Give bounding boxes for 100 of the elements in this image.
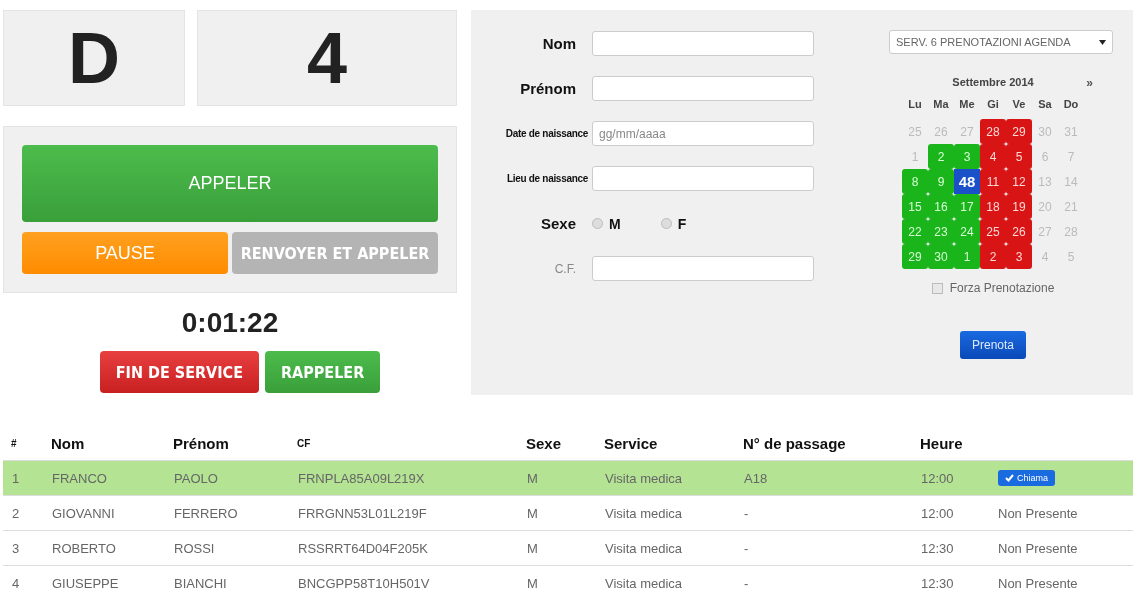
- table-cell: A18: [744, 470, 768, 486]
- calendar-day[interactable]: 26: [1006, 219, 1032, 244]
- calendar-day[interactable]: 22: [902, 219, 928, 244]
- ticket-letter: D: [68, 17, 120, 99]
- status-text: Non Presente: [998, 540, 1078, 556]
- table-cell: -: [744, 540, 749, 556]
- table-cell: 12:00: [921, 505, 954, 521]
- table-cell: BIANCHI: [174, 575, 227, 591]
- month-title: Settembre 2014: [952, 76, 1034, 88]
- table-cell: 12:30: [921, 575, 954, 591]
- calendar-day[interactable]: 3: [954, 144, 980, 169]
- ticket-number: 4: [306, 17, 347, 99]
- service-button[interactable]: RAPPELER: [265, 351, 381, 393]
- next-month-link[interactable]: »: [1086, 76, 1093, 90]
- weekday-label: Sa: [1037, 97, 1053, 112]
- input-field[interactable]: [592, 256, 814, 281]
- table-cell: 4: [12, 575, 20, 591]
- table-cell: BNCGPP58T10H501V: [298, 575, 430, 591]
- input-field[interactable]: [592, 76, 814, 101]
- calendar-day[interactable]: 16: [928, 194, 954, 219]
- calendar-day[interactable]: 5: [1006, 144, 1032, 169]
- table-cell: M: [527, 575, 538, 591]
- column-header: #: [3, 435, 43, 461]
- table-cell: M: [527, 540, 538, 556]
- call-patient-button[interactable]: Chiama: [998, 470, 1055, 486]
- table-cell: ROSSI: [174, 540, 215, 556]
- calendar-day[interactable]: 12: [1006, 169, 1032, 194]
- column-header: Nom: [43, 435, 165, 461]
- column-header: Heure: [912, 435, 989, 461]
- service-dropdown[interactable]: SERV. 6 PRENOTAZIONI AGENDA: [889, 30, 1113, 54]
- field-label: Date de naissance: [504, 128, 589, 139]
- table-cell: 1: [12, 470, 20, 486]
- caret-icon: [1099, 39, 1106, 45]
- calendar-day[interactable]: 11: [980, 169, 1006, 194]
- calendar-day[interactable]: 15: [902, 194, 928, 219]
- weekday-label: Do: [1062, 97, 1080, 112]
- input-field[interactable]: [592, 166, 814, 191]
- table-cell: PAOLO: [174, 470, 218, 486]
- table-cell: RSSRRT64D04F205K: [298, 540, 428, 556]
- calendar-day[interactable]: 2: [980, 244, 1006, 269]
- table-cell: FRRGNN53L01L219F: [298, 505, 427, 521]
- table-cell: Visita medica: [605, 540, 683, 556]
- calendar-day[interactable]: 29: [1006, 119, 1032, 144]
- radio-option[interactable]: F: [660, 215, 687, 232]
- calendar-day[interactable]: 48: [954, 169, 980, 194]
- weekday-label: Me: [958, 97, 976, 112]
- calendar-day[interactable]: 3: [1006, 244, 1032, 269]
- calendar-day[interactable]: 9: [928, 169, 954, 194]
- column-header: Prénom: [165, 435, 289, 461]
- calendar-day[interactable]: 23: [928, 219, 954, 244]
- input-field[interactable]: [592, 31, 814, 56]
- status-text: Non Presente: [998, 575, 1078, 591]
- table-cell: GIOVANNI: [52, 505, 115, 521]
- table-cell: FERRERO: [174, 505, 238, 521]
- call-button[interactable]: APPELER: [22, 145, 438, 222]
- table-cell: -: [744, 575, 749, 591]
- calendar-day[interactable]: 1: [954, 244, 980, 269]
- table-cell: 2: [12, 505, 20, 521]
- table-cell: M: [527, 470, 538, 486]
- field-label: Prénom: [519, 80, 577, 97]
- table-cell: FRANCO: [52, 470, 107, 486]
- column-header: Sexe: [518, 435, 596, 461]
- table-cell: GIUSEPPE: [52, 575, 119, 591]
- pause-button[interactable]: PAUSE: [22, 232, 228, 274]
- table-cell: 3: [12, 540, 20, 556]
- table-cell: -: [744, 505, 749, 521]
- calendar-day[interactable]: 4: [980, 144, 1006, 169]
- column-header: N° de passage: [735, 435, 912, 461]
- calendar-day[interactable]: 18: [980, 194, 1006, 219]
- table-cell: 12:00: [921, 470, 954, 486]
- service-button[interactable]: FIN DE SERVICE: [99, 351, 259, 393]
- table-row[interactable]: 1 FRANCO PAOLO FRNPLA85A09L219X M Visita medica A18 12:00 Chiama: [3, 460, 1133, 496]
- calendar-day[interactable]: 8: [902, 169, 928, 194]
- radio-option[interactable]: M: [592, 215, 621, 232]
- table-cell: 12:30: [921, 540, 954, 556]
- calendar-day[interactable]: 2: [928, 144, 954, 169]
- input-field[interactable]: gg/mm/aaaa: [592, 121, 814, 146]
- field-label: Nom: [541, 35, 577, 52]
- column-header: CF: [289, 435, 518, 461]
- table-row[interactable]: 3 ROBERTO ROSSI RSSRRT64D04F205K M Visita medica - 12:30 Non Presente: [3, 530, 1133, 566]
- check-icon: [1005, 474, 1014, 482]
- calendar-day[interactable]: 28: [980, 119, 1006, 144]
- calendar-day[interactable]: 30: [928, 244, 954, 269]
- calendar-day[interactable]: 29: [902, 244, 928, 269]
- book-button[interactable]: Prenota: [960, 331, 1026, 359]
- calendar-day[interactable]: 25: [980, 219, 1006, 244]
- table-row[interactable]: 2 GIOVANNI FERRERO FRRGNN53L01L219F M Visita medica - 12:00 Non Presente: [3, 495, 1133, 531]
- table-cell: FRNPLA85A09L219X: [298, 470, 425, 486]
- force-booking-checkbox[interactable]: Forza Prenotazione: [931, 281, 1055, 295]
- column-header: Service: [596, 435, 735, 461]
- table-row[interactable]: 4 GIUSEPPE BIANCHI BNCGPP58T10H501V M Visita medica - 12:30 Non Presente: [3, 565, 1133, 600]
- weekday-label: Ma: [932, 97, 950, 112]
- weekday-label: Lu: [907, 97, 923, 112]
- calendar-day[interactable]: 17: [954, 194, 980, 219]
- field-label: Lieu de naissance: [505, 173, 589, 184]
- calendar-day[interactable]: 19: [1006, 194, 1032, 219]
- table-cell: Visita medica: [605, 470, 683, 486]
- calendar-day[interactable]: 24: [954, 219, 980, 244]
- timer: 0:01:22: [180, 307, 280, 339]
- field-label: Sexe: [539, 215, 577, 232]
